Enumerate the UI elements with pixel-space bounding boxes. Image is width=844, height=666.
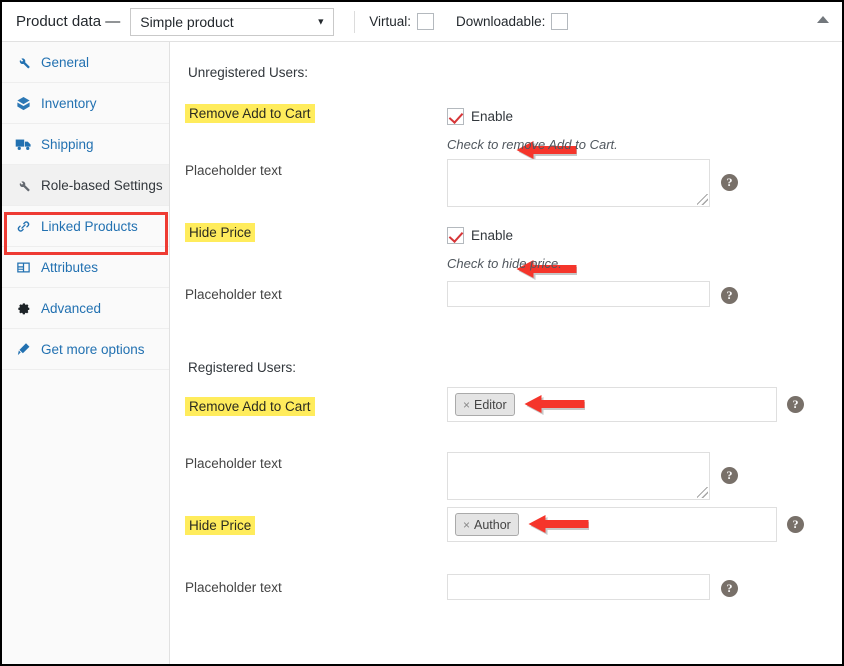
unregistered-hide-price-enable[interactable]: Enable xyxy=(447,227,513,244)
role-token-label: Editor xyxy=(474,397,507,412)
enable-label: Enable xyxy=(471,228,514,243)
plug-icon xyxy=(13,342,33,357)
registered-remove-add-to-cart-label: Remove Add to Cart xyxy=(185,397,315,416)
role-token-editor[interactable]: × Editor xyxy=(455,393,515,416)
truck-icon xyxy=(13,137,33,152)
sidebar-item-general[interactable]: General xyxy=(2,42,169,83)
downloadable-checkbox[interactable] xyxy=(551,13,569,30)
resize-handle-icon[interactable] xyxy=(697,487,708,498)
header-divider xyxy=(354,10,356,33)
sidebar-item-label: Get more options xyxy=(41,341,145,357)
enable-label: Enable xyxy=(471,109,514,124)
sidebar-item-label: Attributes xyxy=(41,259,99,275)
registered-hide-price-placeholder-input[interactable] xyxy=(447,574,710,600)
unregistered-remove-add-to-cart-label: Remove Add to Cart xyxy=(185,104,315,123)
registered-remove-add-to-cart-roles-field[interactable]: × Editor xyxy=(447,387,777,422)
help-icon[interactable]: ? xyxy=(721,287,738,304)
table-icon xyxy=(13,260,33,275)
product-data-panel: Product data — Simple product ▼ Virtual:… xyxy=(0,0,844,666)
unregistered-users-heading: Unregistered Users: xyxy=(188,65,309,80)
sidebar-item-label: Inventory xyxy=(41,95,97,111)
unregistered-remove-add-to-cart-description: Check to remove Add to Cart. xyxy=(447,137,618,152)
panel-header: Product data — Simple product ▼ Virtual:… xyxy=(2,2,842,42)
checkbox-checked-icon[interactable] xyxy=(447,108,464,125)
registered-hide-price-label: Hide Price xyxy=(185,516,256,535)
unregistered-remove-placeholder-textarea[interactable] xyxy=(447,159,710,207)
downloadable-checkbox-group[interactable]: Downloadable: xyxy=(456,13,569,30)
remove-token-icon[interactable]: × xyxy=(463,518,470,532)
chevron-down-icon: ▼ xyxy=(316,16,326,26)
sidebar-item-linked-products[interactable]: Linked Products xyxy=(2,206,169,247)
virtual-label: Virtual: xyxy=(369,14,412,29)
link-icon xyxy=(13,219,33,234)
product-data-sidebar: General Inventory Shipping Role-based Se… xyxy=(2,42,170,664)
registered-remove-placeholder-textarea[interactable] xyxy=(447,452,710,500)
gear-icon xyxy=(13,301,33,316)
registered-hide-price-roles-field[interactable]: × Author xyxy=(447,507,777,542)
sidebar-item-get-more-options[interactable]: Get more options xyxy=(2,329,169,370)
role-token-author[interactable]: × Author xyxy=(455,513,519,536)
unregistered-remove-placeholder-label: Placeholder text xyxy=(185,163,282,178)
product-type-value: Simple product xyxy=(140,13,234,30)
registered-remove-placeholder-label: Placeholder text xyxy=(185,456,282,471)
role-token-label: Author xyxy=(474,517,511,532)
sidebar-item-advanced[interactable]: Advanced xyxy=(2,288,169,329)
wrench-icon xyxy=(13,178,33,193)
unregistered-hide-price-placeholder-input[interactable] xyxy=(447,281,710,307)
virtual-checkbox[interactable] xyxy=(417,13,435,30)
unregistered-remove-add-to-cart-enable[interactable]: Enable xyxy=(447,108,513,125)
registered-users-heading: Registered Users: xyxy=(188,360,297,375)
virtual-checkbox-group[interactable]: Virtual: xyxy=(369,13,435,30)
checkbox-checked-icon[interactable] xyxy=(447,227,464,244)
wrench-icon xyxy=(13,55,33,70)
product-type-select[interactable]: Simple product ▼ xyxy=(130,7,335,36)
unregistered-hide-price-placeholder-label: Placeholder text xyxy=(185,287,282,302)
unregistered-hide-price-label: Hide Price xyxy=(185,223,256,242)
remove-token-icon[interactable]: × xyxy=(463,398,470,412)
registered-hide-price-placeholder-label: Placeholder text xyxy=(185,580,282,595)
resize-handle-icon[interactable] xyxy=(697,194,708,205)
sidebar-item-label: Advanced xyxy=(41,300,102,316)
page-title: Product data — xyxy=(16,13,121,30)
sidebar-item-shipping[interactable]: Shipping xyxy=(2,124,169,165)
sidebar-item-label: Linked Products xyxy=(41,218,138,234)
sidebar-item-role-based-settings[interactable]: Role-based Settings xyxy=(2,165,169,206)
help-icon[interactable]: ? xyxy=(721,467,738,484)
sidebar-item-label: General xyxy=(41,54,90,70)
role-based-settings-form: Unregistered Users: Remove Add to Cart E… xyxy=(170,42,842,664)
unregistered-hide-price-description: Check to hide price. xyxy=(447,256,562,271)
help-icon[interactable]: ? xyxy=(721,580,738,597)
panel-body: General Inventory Shipping Role-based Se… xyxy=(2,42,842,664)
sidebar-item-label: Shipping xyxy=(41,136,94,152)
help-icon[interactable]: ? xyxy=(787,516,804,533)
help-icon[interactable]: ? xyxy=(787,396,804,413)
archive-icon xyxy=(13,96,33,111)
help-icon[interactable]: ? xyxy=(721,174,738,191)
sidebar-item-inventory[interactable]: Inventory xyxy=(2,83,169,124)
sidebar-item-attributes[interactable]: Attributes xyxy=(2,247,169,288)
sidebar-item-label: Role-based Settings xyxy=(41,177,163,193)
downloadable-label: Downloadable: xyxy=(456,14,546,29)
collapse-panel-icon[interactable] xyxy=(817,16,829,23)
